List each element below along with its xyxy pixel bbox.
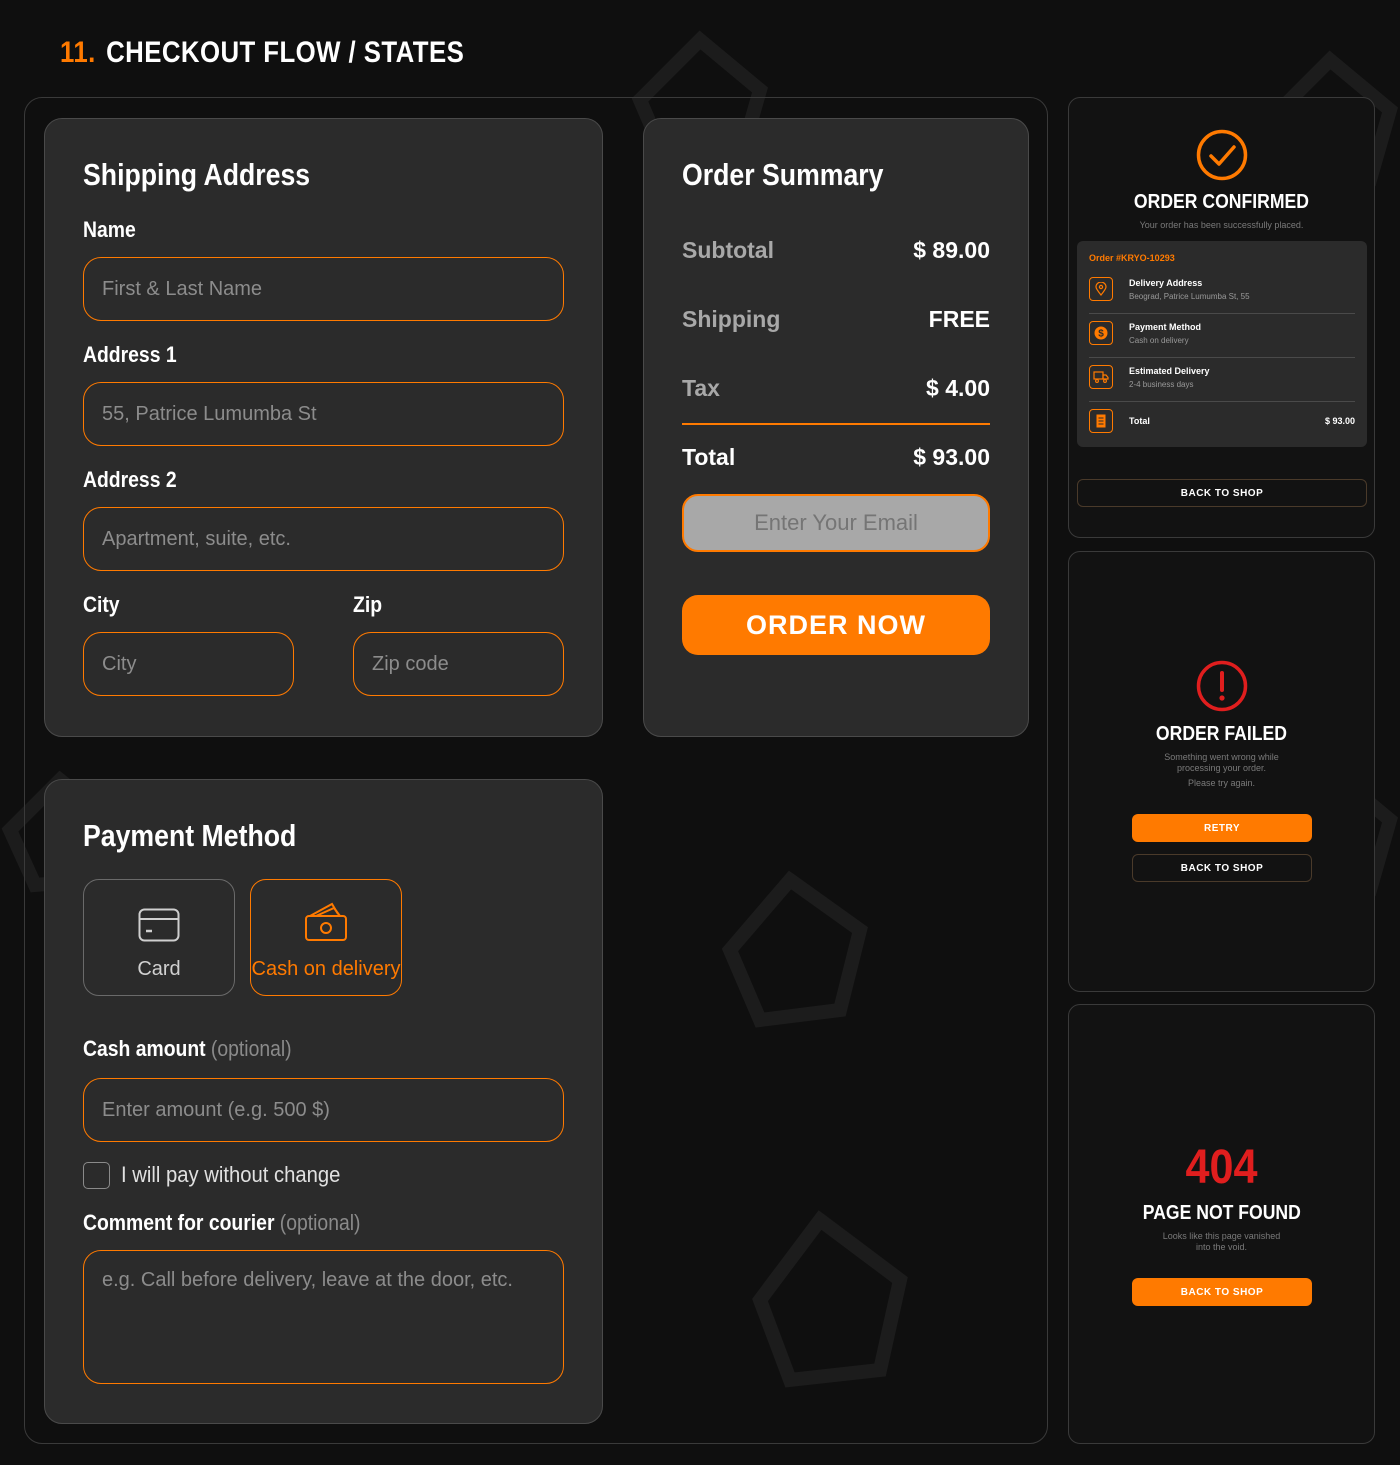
detail-total: Total $ 93.00: [1089, 409, 1355, 433]
cash-icon: [304, 900, 348, 948]
notfound-title: PAGE NOT FOUND: [1142, 1202, 1301, 1224]
svg-text:$: $: [1098, 329, 1104, 340]
address2-input[interactable]: [83, 507, 564, 571]
dollar-coin-icon: $: [1089, 321, 1113, 345]
cash-amount-input[interactable]: [83, 1078, 564, 1142]
payment-method-card: Payment Method Card Cash on delivery Cas…: [44, 779, 603, 1424]
payment-option-cash-label: Cash on delivery: [251, 958, 401, 980]
subtotal-row: Subtotal $ 89.00: [682, 237, 990, 264]
tax-value: $ 4.00: [926, 375, 990, 401]
detail-estimated-delivery: Estimated Delivery 2-4 business days: [1089, 365, 1355, 389]
order-confirmed-state: ORDER CONFIRMED Your order has been succ…: [1068, 97, 1375, 538]
notfound-back-to-shop-button[interactable]: BACK TO SHOP: [1132, 1278, 1312, 1306]
detail-value: Beograd, Patrice Lumumba St, 55: [1129, 291, 1250, 301]
failed-line2: processing your order.: [1176, 763, 1267, 773]
detail-value: Cash on delivery: [1129, 335, 1189, 345]
address1-input[interactable]: [83, 382, 564, 446]
section-title: 11. CHECKOUT FLOW / STATES: [60, 36, 464, 70]
error-circle-icon: [1196, 660, 1248, 717]
zip-input[interactable]: [353, 632, 564, 696]
comment-label-text: Comment for courier: [83, 1210, 275, 1235]
failed-title: ORDER FAILED: [1155, 723, 1288, 745]
order-summary-card: Order Summary Subtotal $ 89.00 Shipping …: [643, 118, 1029, 737]
total-row: Total $ 93.00: [682, 444, 990, 471]
detail-divider: [1089, 313, 1355, 314]
comment-optional: (optional): [279, 1210, 361, 1235]
confirmed-back-to-shop-button[interactable]: BACK TO SHOP: [1077, 479, 1367, 507]
failed-back-to-shop-button[interactable]: BACK TO SHOP: [1132, 854, 1312, 882]
city-input[interactable]: [83, 632, 294, 696]
shipping-value: FREE: [928, 306, 990, 332]
confirmed-subtitle: Your order has been successfully placed.: [1139, 220, 1304, 230]
tax-row: Tax $ 4.00: [682, 375, 990, 402]
email-input[interactable]: [682, 494, 990, 552]
payment-option-cash[interactable]: Cash on delivery: [250, 879, 402, 996]
error-code: 404: [1185, 1141, 1258, 1194]
credit-card-icon: [138, 908, 180, 948]
order-id: Order #KRYO-10293: [1089, 253, 1175, 263]
comment-label: Comment for courier (optional): [83, 1210, 360, 1236]
city-label: City: [83, 592, 120, 617]
cash-amount-label: Cash amount (optional): [83, 1036, 292, 1062]
summary-title: Order Summary: [682, 157, 884, 192]
detail-payment-method: $ Payment Method Cash on delivery: [1089, 321, 1355, 345]
section-number: 11.: [60, 36, 96, 69]
no-change-checkbox[interactable]: [83, 1162, 110, 1189]
detail-title: Estimated Delivery: [1129, 365, 1210, 376]
section-title-text: CHECKOUT FLOW / STATES: [106, 36, 465, 69]
shipping-title: Shipping Address: [83, 157, 311, 192]
page-not-found-state: 404 PAGE NOT FOUND Looks like this page …: [1068, 1004, 1375, 1444]
name-label: Name: [83, 217, 136, 242]
check-circle-icon: [1196, 129, 1248, 186]
payment-option-card[interactable]: Card: [83, 879, 235, 996]
summary-divider: [682, 423, 990, 425]
truck-icon: [1089, 365, 1113, 389]
address1-label: Address 1: [83, 342, 177, 367]
notfound-line2: into the void.: [1195, 1242, 1248, 1252]
detail-divider: [1089, 357, 1355, 358]
order-now-button[interactable]: ORDER NOW: [682, 595, 990, 655]
location-pin-icon: [1089, 277, 1113, 301]
order-details-panel: Order #KRYO-10293 Delivery Address Beogra…: [1077, 241, 1367, 447]
detail-title: Payment Method: [1129, 321, 1202, 332]
total-label: Total: [1129, 416, 1150, 426]
name-input[interactable]: [83, 257, 564, 321]
detail-title: Delivery Address: [1129, 277, 1203, 288]
cash-amount-label-text: Cash amount: [83, 1036, 206, 1061]
receipt-icon: [1089, 409, 1113, 433]
payment-option-card-label: Card: [137, 958, 181, 980]
tax-label: Tax: [682, 375, 720, 401]
order-failed-state: ORDER FAILED Something went wrong while …: [1068, 551, 1375, 992]
detail-value: 2-4 business days: [1129, 379, 1194, 389]
total-label: Total: [682, 444, 736, 470]
detail-divider: [1089, 401, 1355, 402]
subtotal-value: $ 89.00: [913, 237, 990, 263]
shipping-row: Shipping FREE: [682, 306, 990, 333]
courier-comment-input[interactable]: [83, 1250, 564, 1384]
total-value: $ 93.00: [1324, 416, 1355, 426]
failed-line3: Please try again.: [1187, 778, 1256, 788]
total-value: $ 93.00: [913, 444, 990, 470]
shipping-label: Shipping: [682, 306, 781, 332]
detail-delivery-address: Delivery Address Beograd, Patrice Lumumba…: [1089, 277, 1355, 301]
payment-title: Payment Method: [83, 818, 297, 853]
subtotal-label: Subtotal: [682, 237, 774, 263]
no-change-label: I will pay without change: [121, 1162, 341, 1187]
cash-amount-optional: (optional): [210, 1036, 292, 1061]
zip-label: Zip: [353, 592, 383, 617]
address2-label: Address 2: [83, 467, 177, 492]
shipping-address-card: Shipping Address Name Address 1 Address …: [44, 118, 603, 737]
retry-button[interactable]: RETRY: [1132, 814, 1312, 842]
confirmed-title: ORDER CONFIRMED: [1133, 191, 1310, 213]
